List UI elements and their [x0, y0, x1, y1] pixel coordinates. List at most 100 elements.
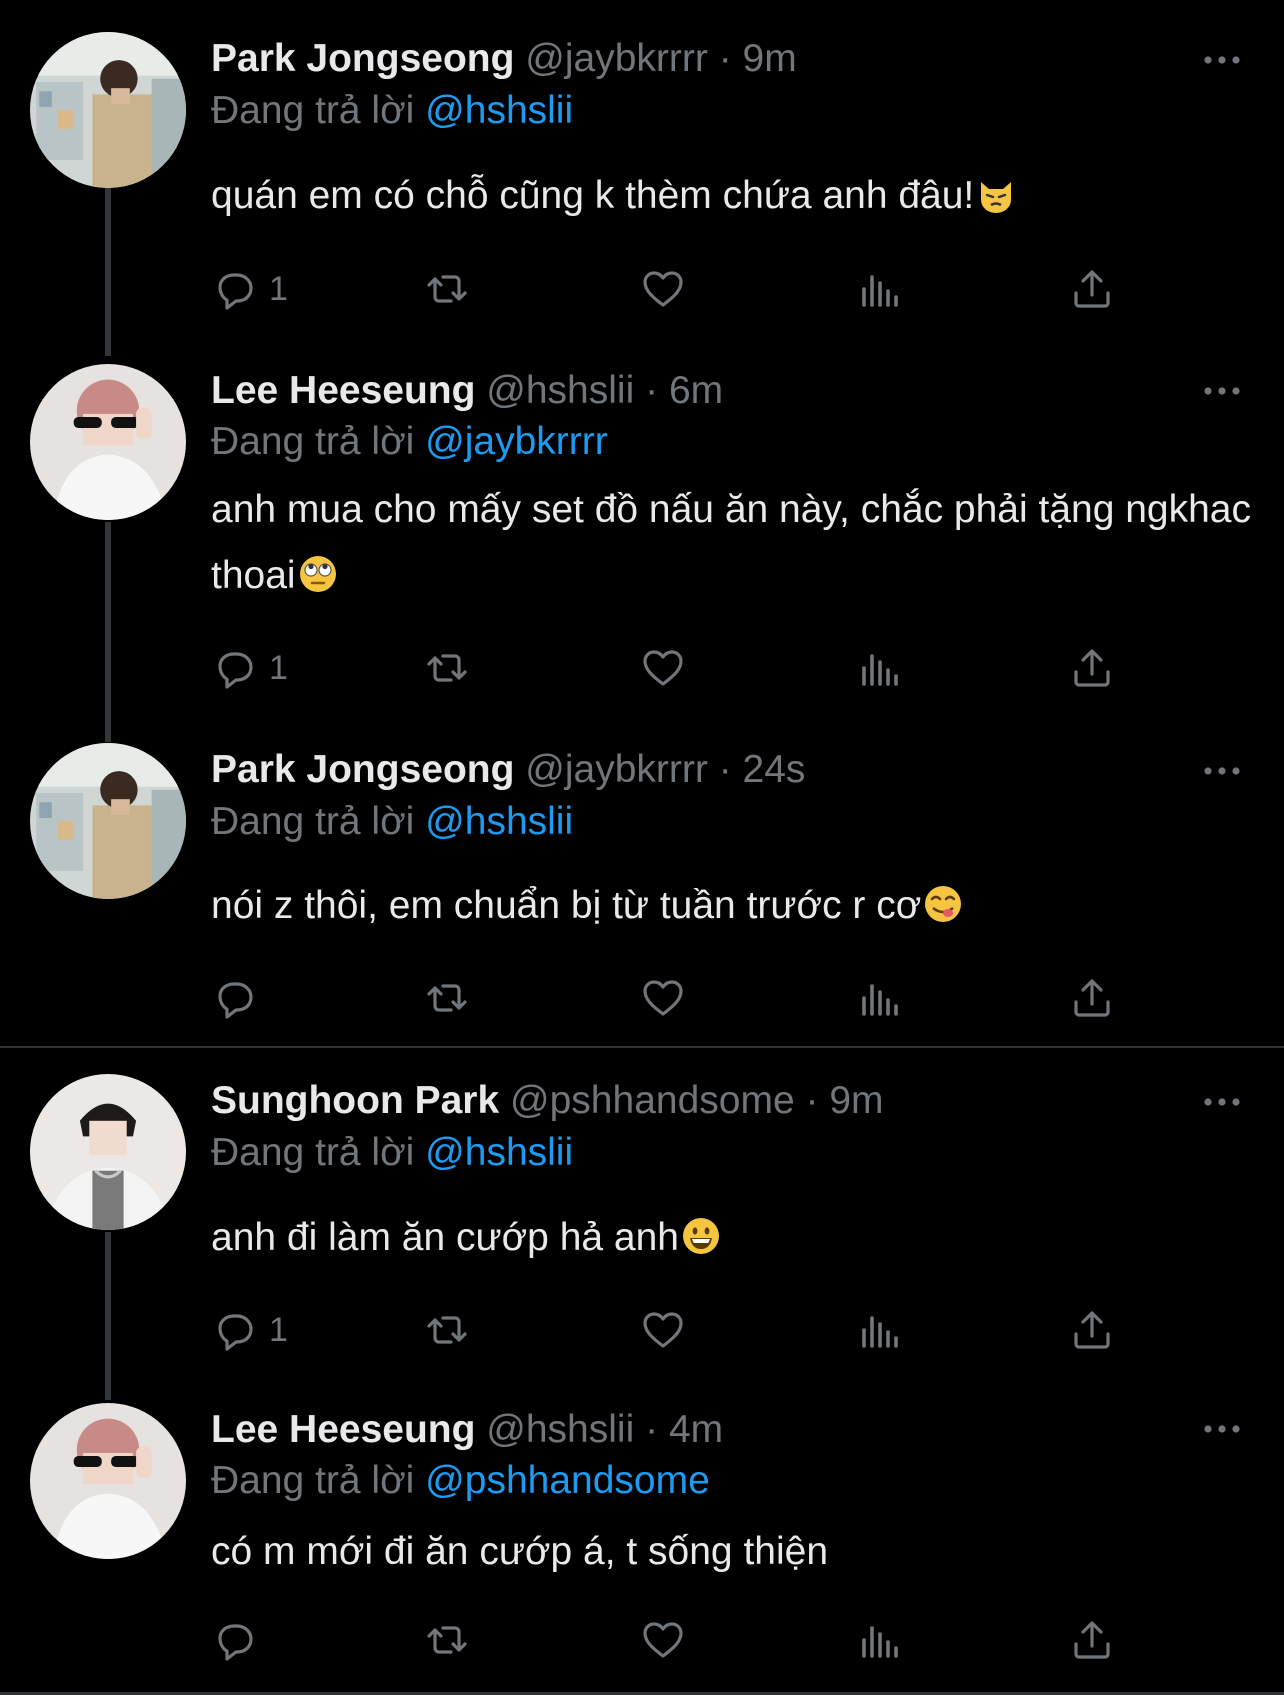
views-button[interactable]	[854, 968, 902, 1028]
avatar[interactable]	[30, 364, 186, 520]
replying-to: Đang trả lời @hshslii	[211, 799, 573, 845]
tweet[interactable]: Sunghoon Park @pshhandsome · 9m Đang trả…	[0, 1048, 1284, 1393]
separator-dot: ·	[718, 37, 732, 80]
reply-icon	[218, 1624, 253, 1661]
display-name[interactable]: Lee Heeseung	[211, 1408, 475, 1451]
more-icon[interactable]	[1200, 369, 1244, 413]
replying-to: Đang trả lời @jaybkrrrr	[211, 419, 608, 465]
tweet-actions	[211, 1610, 1131, 1670]
more-icon[interactable]	[1200, 38, 1244, 82]
more-icon[interactable]	[1200, 1407, 1244, 1451]
tweet-actions: 1	[211, 1300, 1131, 1360]
mention-link[interactable]: @hshslii	[425, 1131, 573, 1174]
tweet-text-content: anh đi làm ăn cướp hả anh	[211, 1216, 679, 1259]
more-icon[interactable]	[1200, 749, 1244, 793]
reply-button[interactable]: 1	[211, 259, 288, 319]
tweet-header: Park Jongseong @jaybkrrrr · 24s	[211, 747, 805, 793]
timestamp[interactable]: 9m	[829, 1079, 883, 1122]
avatar[interactable]	[30, 1074, 186, 1230]
reply-count: 1	[269, 269, 288, 308]
display-name[interactable]: Park Jongseong	[211, 37, 514, 80]
mention-link[interactable]: @hshslii	[425, 89, 573, 132]
tweet-text-content: anh mua cho mấy set đồ nấu ăn này, chắc …	[211, 488, 1251, 597]
grinning-face-emoji-icon	[681, 1211, 721, 1254]
share-button[interactable]	[1068, 638, 1116, 698]
heart-icon	[643, 1622, 683, 1658]
tweet-text: anh đi làm ăn cướp hả anh	[211, 1205, 1261, 1271]
timestamp[interactable]: 24s	[743, 748, 806, 791]
share-button[interactable]	[1068, 259, 1116, 319]
retweet-icon	[427, 275, 467, 303]
views-icon	[862, 275, 898, 307]
tweet-text: quán em có chỗ cũng k thèm chứa anh đâu!	[211, 163, 1261, 229]
reply-button[interactable]: 1	[211, 1300, 288, 1360]
separator-dot: ·	[645, 369, 659, 412]
tweet[interactable]: Lee Heeseung @hshslii · 6m Đang trả lời …	[0, 355, 1284, 735]
heart-icon	[643, 980, 683, 1016]
views-button[interactable]	[854, 638, 902, 698]
username[interactable]: @jaybkrrrr	[525, 37, 708, 80]
rolling-eyes-emoji-icon	[298, 549, 338, 592]
share-icon	[1074, 1621, 1110, 1659]
retweet-button[interactable]	[423, 638, 471, 698]
retweet-icon	[427, 1626, 467, 1654]
mention-link[interactable]: @pshhandsome	[425, 1459, 710, 1502]
tweet-header: Lee Heeseung @hshslii · 6m	[211, 368, 723, 414]
tweet-text-content: nói z thôi, em chuẩn bị từ tuần trước r …	[211, 884, 922, 927]
tweet[interactable]: Lee Heeseung @hshslii · 4m Đang trả lời …	[0, 1393, 1284, 1695]
retweet-button[interactable]	[423, 968, 471, 1028]
reply-button[interactable]	[211, 968, 269, 1028]
avatar[interactable]	[30, 743, 186, 899]
username[interactable]: @hshslii	[486, 1408, 634, 1451]
like-button[interactable]	[639, 968, 687, 1028]
timestamp[interactable]: 4m	[669, 1408, 723, 1451]
heart-icon	[643, 1312, 683, 1348]
pouting-cat-emoji-icon	[976, 169, 1016, 213]
like-button[interactable]	[639, 1300, 687, 1360]
reply-button[interactable]: 1	[211, 638, 288, 698]
views-button[interactable]	[854, 1610, 902, 1670]
tweet-actions	[211, 968, 1131, 1028]
username[interactable]: @hshslii	[486, 369, 634, 412]
display-name[interactable]: Lee Heeseung	[211, 369, 475, 412]
timestamp[interactable]: 9m	[743, 37, 797, 80]
reply-count: 1	[269, 1310, 288, 1349]
tweet-header: Lee Heeseung @hshslii · 4m	[211, 1407, 723, 1453]
share-icon	[1074, 649, 1110, 687]
share-icon	[1074, 1311, 1110, 1349]
mention-link[interactable]: @hshslii	[425, 800, 573, 843]
share-button[interactable]	[1068, 968, 1116, 1028]
more-icon[interactable]	[1200, 1080, 1244, 1124]
retweet-icon	[427, 984, 467, 1012]
timestamp[interactable]: 6m	[669, 369, 723, 412]
mention-link[interactable]: @jaybkrrrr	[425, 420, 608, 463]
avatar[interactable]	[30, 1403, 186, 1559]
reply-icon	[218, 652, 253, 689]
views-button[interactable]	[854, 1300, 902, 1360]
tweet-text-content: quán em có chỗ cũng k thèm chứa anh đâu!	[211, 174, 975, 217]
replying-label: Đang trả lời	[211, 800, 415, 843]
like-button[interactable]	[639, 1610, 687, 1670]
views-button[interactable]	[854, 259, 902, 319]
views-icon	[862, 984, 898, 1016]
display-name[interactable]: Park Jongseong	[211, 748, 514, 791]
username[interactable]: @pshhandsome	[510, 1079, 795, 1122]
replying-label: Đang trả lời	[211, 89, 415, 132]
tweet-text-content: có m mới đi ăn cướp á, t sống thiện	[211, 1530, 829, 1573]
tweet[interactable]: Park Jongseong @jaybkrrrr · 24s Đang trả…	[0, 735, 1284, 1045]
tweet-header: Sunghoon Park @pshhandsome · 9m	[211, 1078, 884, 1124]
tweet[interactable]: Park Jongseong @jaybkrrrr · 9m Đang trả …	[0, 0, 1284, 355]
retweet-button[interactable]	[423, 1300, 471, 1360]
avatar[interactable]	[30, 32, 186, 188]
retweet-button[interactable]	[423, 1610, 471, 1670]
like-button[interactable]	[639, 259, 687, 319]
retweet-button[interactable]	[423, 259, 471, 319]
share-button[interactable]	[1068, 1300, 1116, 1360]
reply-button[interactable]	[211, 1610, 269, 1670]
like-button[interactable]	[639, 638, 687, 698]
display-name[interactable]: Sunghoon Park	[211, 1079, 499, 1122]
share-button[interactable]	[1068, 1610, 1116, 1670]
tweet-text: nói z thôi, em chuẩn bị từ tuần trước r …	[211, 873, 1261, 939]
username[interactable]: @jaybkrrrr	[525, 748, 708, 791]
replying-label: Đang trả lời	[211, 1459, 415, 1502]
